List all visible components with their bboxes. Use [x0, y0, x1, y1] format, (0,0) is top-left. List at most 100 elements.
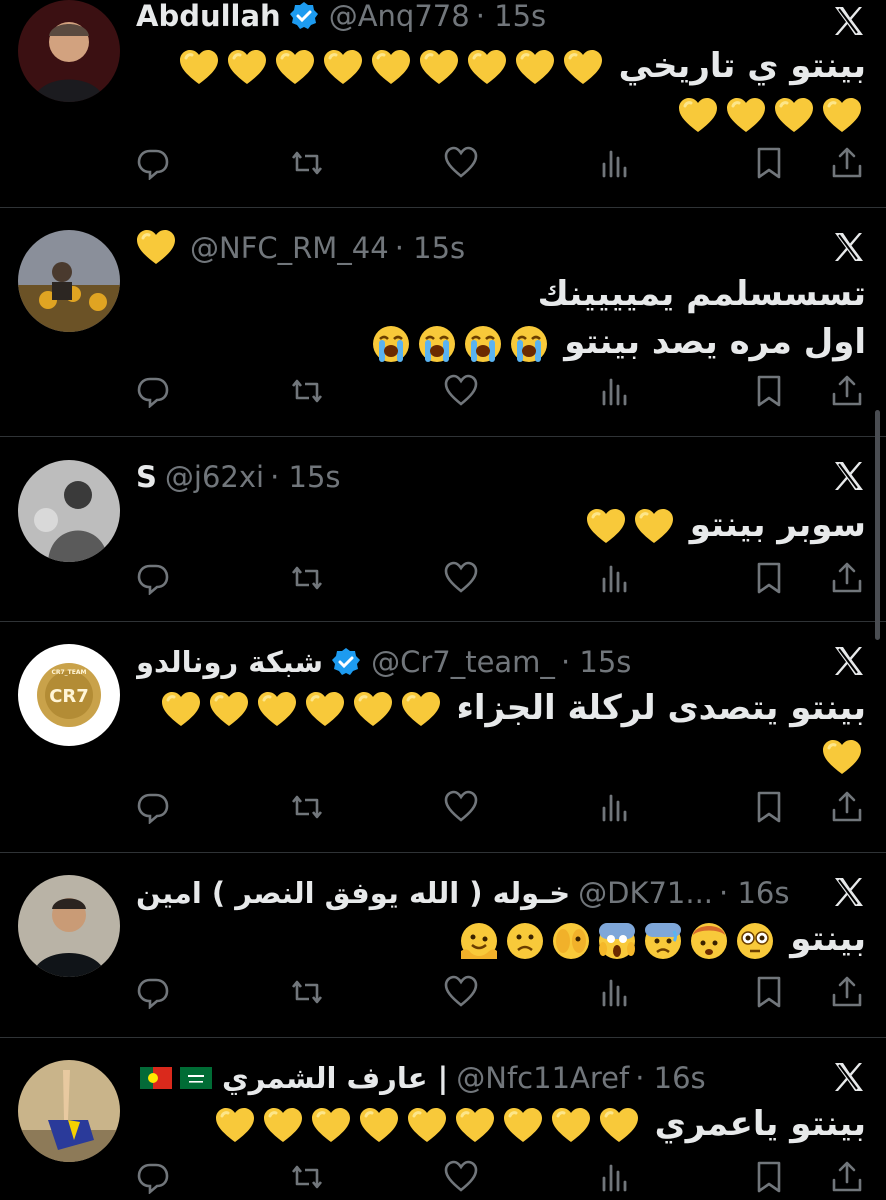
heart-outline-icon[interactable]: [444, 146, 478, 180]
tweet-card[interactable]: Abdullah @Anq778 · 15s بينتو ي تاريخي: [0, 0, 886, 208]
timestamp[interactable]: · 15s: [270, 460, 340, 494]
x-logo-icon: [832, 644, 866, 678]
reply-icon[interactable]: [136, 790, 170, 824]
heart-outline-icon[interactable]: [444, 975, 478, 1009]
views-icon[interactable]: [598, 1160, 632, 1194]
handle[interactable]: @Nfc11Aref: [456, 1061, 629, 1095]
loudly-crying-face-emoji: [373, 325, 410, 362]
share-icon[interactable]: [830, 561, 864, 595]
bookmark-icon[interactable]: [752, 374, 786, 408]
heart-outline-icon[interactable]: [444, 561, 478, 595]
yellow-heart-emoji: [359, 1108, 399, 1144]
scrollbar[interactable]: [875, 410, 880, 640]
yellow-heart-emoji: [551, 1108, 591, 1144]
timestamp[interactable]: · 15s: [395, 231, 465, 265]
tweet-text: تسسسلمم يميييينك اول مره يصد بينتو: [136, 270, 866, 366]
heart-outline-icon[interactable]: [444, 790, 478, 824]
tweet-card[interactable]: عارف الشمري | @Nfc11Aref · 16s بينتو ياع…: [0, 1038, 886, 1200]
reply-icon[interactable]: [136, 1160, 170, 1194]
bookmark-icon[interactable]: [752, 1160, 786, 1194]
display-name[interactable]: عارف الشمري |: [222, 1061, 448, 1095]
yellow-heart-emoji: [455, 1108, 495, 1144]
display-name[interactable]: Abdullah: [136, 0, 281, 33]
x-logo-icon: [832, 459, 866, 493]
timestamp[interactable]: · 16s: [719, 876, 789, 910]
avatar[interactable]: [18, 875, 120, 977]
tweet-actions: [136, 975, 866, 1015]
timestamp[interactable]: · 16s: [635, 1061, 705, 1095]
yellow-heart-emoji: [179, 50, 219, 86]
portugal-flag-icon: [140, 1067, 172, 1089]
handle[interactable]: @j62xi: [165, 460, 264, 494]
verified-badge-icon: [331, 647, 361, 677]
tweet-text-content: بينتو ي تاريخي: [618, 46, 866, 86]
views-icon[interactable]: [598, 790, 632, 824]
views-icon[interactable]: [598, 561, 632, 595]
tweet-card[interactable]: S @j62xi · 15s سوبر بينتو: [0, 437, 886, 622]
retweet-icon[interactable]: [290, 146, 324, 180]
melting-face-emoji: [461, 922, 498, 959]
share-icon[interactable]: [830, 374, 864, 408]
share-icon[interactable]: [830, 975, 864, 1009]
yellow-heart-emoji: [515, 50, 555, 86]
views-icon[interactable]: [598, 374, 632, 408]
retweet-icon[interactable]: [290, 374, 324, 408]
handle[interactable]: @Anq778: [329, 0, 470, 33]
display-name[interactable]: شبكة رونالدو: [136, 645, 323, 679]
yellow-heart-emoji: [634, 509, 674, 545]
retweet-icon[interactable]: [290, 790, 324, 824]
share-icon[interactable]: [830, 1160, 864, 1194]
display-name[interactable]: S: [136, 460, 157, 494]
share-icon[interactable]: [830, 146, 864, 180]
retweet-icon[interactable]: [290, 561, 324, 595]
timestamp[interactable]: · 15s: [561, 645, 631, 679]
saudi-flag-icon: [180, 1067, 212, 1089]
handle[interactable]: @DK71...: [578, 876, 713, 910]
views-icon[interactable]: [598, 146, 632, 180]
reply-icon[interactable]: [136, 374, 170, 408]
avatar[interactable]: [18, 1060, 120, 1162]
yellow-heart-emoji: [822, 740, 862, 776]
retweet-icon[interactable]: [290, 975, 324, 1009]
cr7-logo-ring-text: CR7_TEAM: [51, 669, 86, 676]
reply-icon[interactable]: [136, 975, 170, 1009]
avatar[interactable]: [18, 460, 120, 562]
tweet-text: بينتو ي تاريخي: [136, 42, 866, 138]
face-with-peeking-eye-emoji: [553, 922, 590, 959]
reply-icon[interactable]: [136, 146, 170, 180]
share-icon[interactable]: [830, 790, 864, 824]
handle[interactable]: @Cr7_team_: [371, 645, 555, 679]
heart-emoji-row: [211, 1104, 643, 1144]
tweet-text: سوبر بينتو: [136, 501, 866, 549]
tweet-card[interactable]: خـوله ( الله يوفق النصر ) امين @DK71... …: [0, 853, 886, 1038]
display-name[interactable]: خـوله ( الله يوفق النصر ) امين: [136, 876, 570, 910]
views-icon[interactable]: [598, 975, 632, 1009]
loudly-crying-face-emoji: [419, 325, 456, 362]
handle[interactable]: @NFC_RM_44: [190, 231, 389, 265]
flushed-face-emoji: [737, 922, 774, 959]
retweet-icon[interactable]: [290, 1160, 324, 1194]
tweet-text-line-1: تسسسلمم يميييينك: [537, 274, 866, 314]
bookmark-icon[interactable]: [752, 561, 786, 595]
bookmark-icon[interactable]: [752, 975, 786, 1009]
avatar[interactable]: [18, 230, 120, 332]
tweet-text-content: سوبر بينتو: [689, 505, 866, 545]
yellow-heart-emoji: [774, 98, 814, 134]
heart-outline-icon[interactable]: [444, 374, 478, 408]
avatar[interactable]: CR7 CR7_TEAM: [18, 644, 120, 746]
bookmark-icon[interactable]: [752, 790, 786, 824]
x-logo-icon: [832, 1060, 866, 1094]
reply-icon[interactable]: [136, 561, 170, 595]
avatar[interactable]: [18, 0, 120, 102]
tweet-text-content: بينتو ياعمري: [654, 1104, 866, 1144]
yellow-heart-emoji: [311, 1108, 351, 1144]
tweet-text: بينتو: [136, 915, 866, 963]
tweet-card[interactable]: CR7 CR7_TEAM شبكة رونالدو @Cr7_team_ · 15…: [0, 622, 886, 853]
yellow-heart-emoji: [822, 98, 862, 134]
screaming-face-emoji: [599, 922, 636, 959]
tweet-card[interactable]: @NFC_RM_44 · 15s تسسسلمم يميييينك اول مر…: [0, 208, 886, 437]
loudly-crying-face-emoji: [511, 325, 548, 362]
heart-outline-icon[interactable]: [444, 1160, 478, 1194]
timestamp[interactable]: · 15s: [476, 0, 546, 33]
bookmark-icon[interactable]: [752, 146, 786, 180]
